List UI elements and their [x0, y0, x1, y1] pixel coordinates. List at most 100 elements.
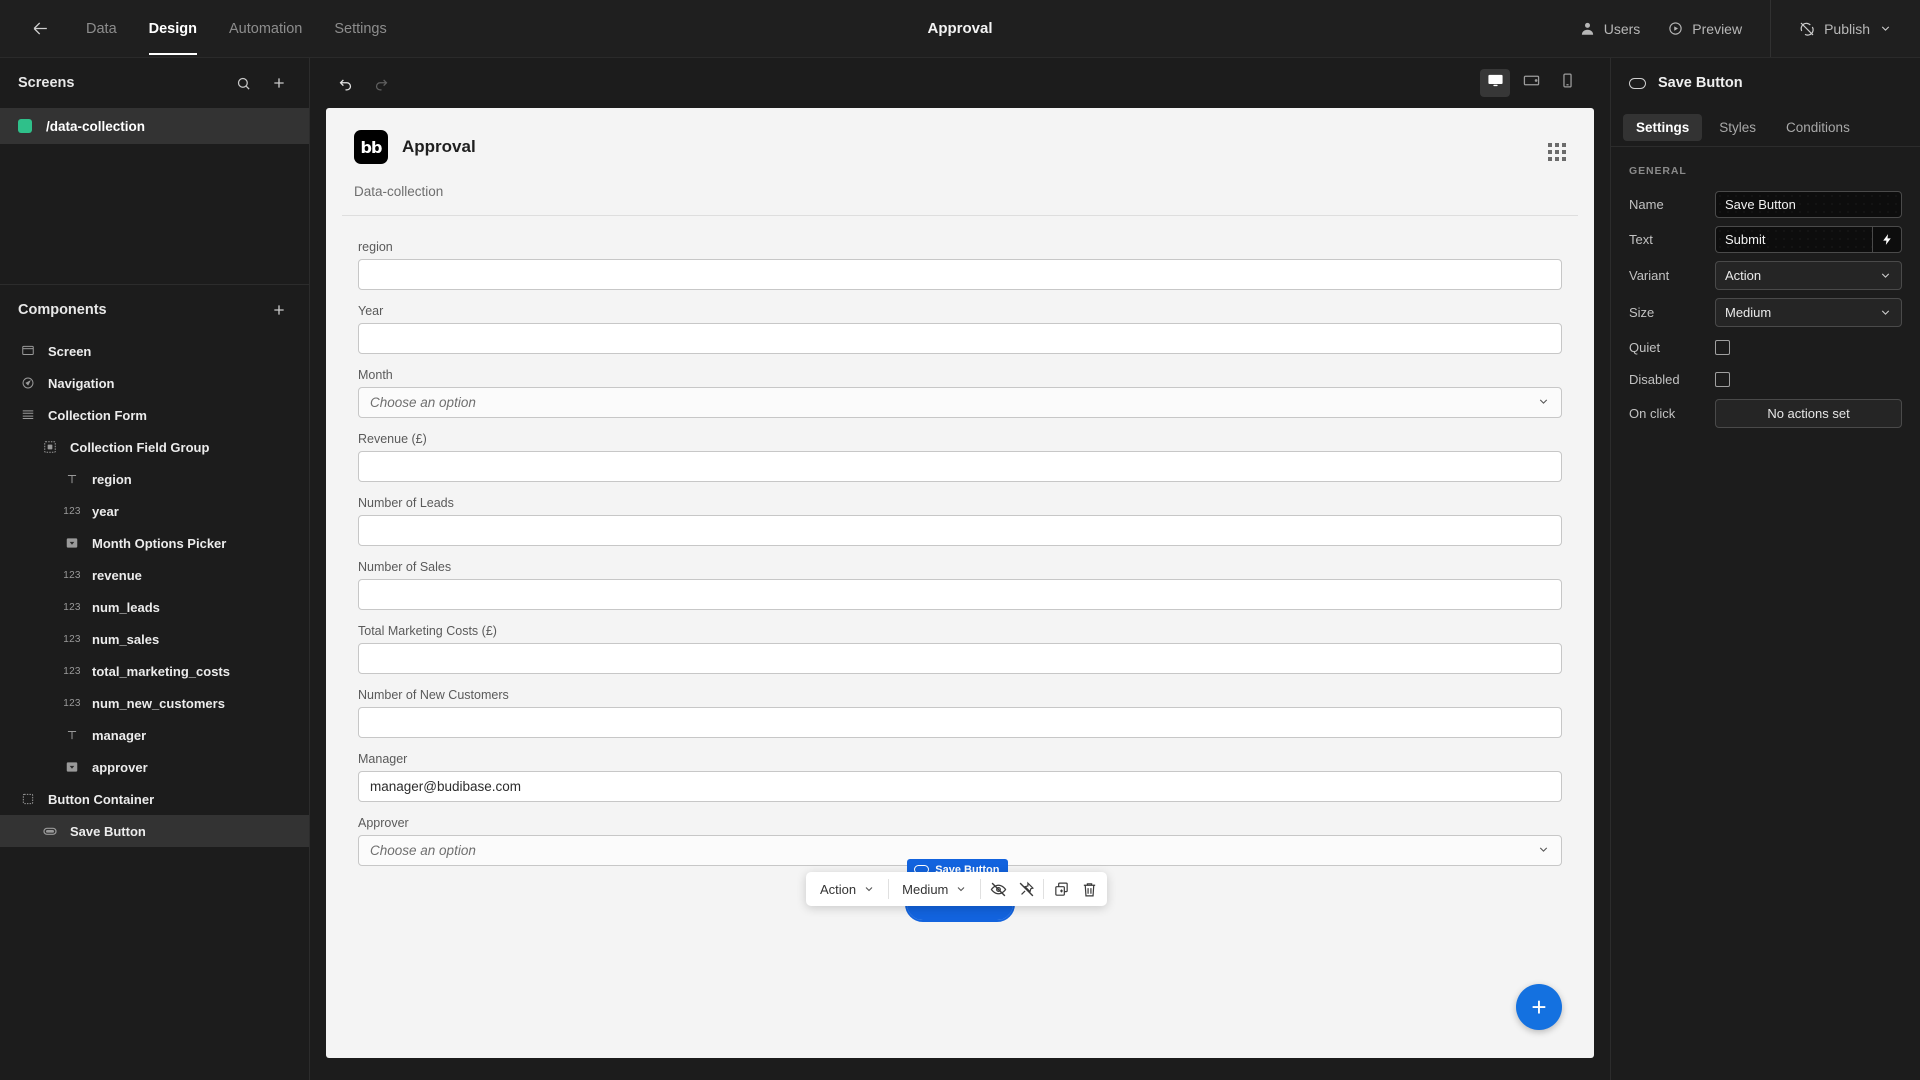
variant-dropdown[interactable]: Action	[810, 876, 885, 902]
field-group-icon	[40, 440, 60, 454]
add-screen-button[interactable]	[267, 71, 291, 95]
form-field: Number of Sales	[358, 560, 1562, 610]
main-nav: Data Design Automation Settings	[70, 13, 403, 55]
preview-app-header: bb Approval	[326, 108, 1594, 164]
disabled-checkbox[interactable]	[1715, 371, 1730, 387]
tablet-view-button[interactable]	[1516, 69, 1546, 97]
form-field-input[interactable]	[358, 515, 1562, 546]
preview-button[interactable]: Preview	[1654, 13, 1756, 45]
variant-select[interactable]: Action	[1715, 261, 1902, 290]
history-controls	[332, 70, 394, 96]
component-tree-item-num-leads[interactable]: 123 num_leads	[0, 591, 309, 623]
nav-tab-design[interactable]: Design	[133, 13, 213, 55]
component-tree-item-month-options-picker[interactable]: Month Options Picker	[0, 527, 309, 559]
form-field-input[interactable]	[358, 707, 1562, 738]
delete-icon	[1083, 882, 1096, 896]
chevron-down-icon	[865, 887, 873, 892]
name-input[interactable]: Save Button	[1715, 191, 1902, 218]
hide-component-button[interactable]	[984, 876, 1012, 902]
component-tree-item-label: manager	[92, 727, 147, 743]
duplicate-component-button[interactable]	[1047, 876, 1075, 902]
tab-conditions[interactable]: Conditions	[1773, 114, 1863, 141]
form-field-select[interactable]: Choose an option	[358, 387, 1562, 418]
form-field-input[interactable]	[358, 451, 1562, 482]
components-actions	[267, 298, 291, 322]
canvas-wrapper: bb Approval Data-collection region Year Mo…	[310, 108, 1610, 1080]
component-tree-item-manager[interactable]: manager	[0, 719, 309, 751]
component-tree-item-num-new-customers[interactable]: 123 num_new_customers	[0, 687, 309, 719]
component-tree-item-total-marketing-costs[interactable]: 123 total_marketing_costs	[0, 655, 309, 687]
onclick-button[interactable]: No actions set	[1715, 399, 1902, 428]
component-tree-item-num-sales[interactable]: 123 num_sales	[0, 623, 309, 655]
chevron-down-icon	[1881, 273, 1890, 278]
size-select[interactable]: Medium	[1715, 298, 1902, 327]
component-tree-item-region[interactable]: region	[0, 463, 309, 495]
nav-tab-settings[interactable]: Settings	[318, 13, 402, 45]
add-component-fab[interactable]: +	[1516, 984, 1562, 1030]
form-field-input[interactable]	[358, 579, 1562, 610]
back-button[interactable]	[18, 7, 62, 51]
component-tree-item-navigation[interactable]: Navigation	[0, 367, 309, 399]
component-tree-item-collection-field-group[interactable]: Collection Field Group	[0, 431, 309, 463]
preview-label: Preview	[1692, 20, 1743, 37]
component-tree-item-revenue[interactable]: 123 revenue	[0, 559, 309, 591]
nav-tab-data[interactable]: Data	[70, 13, 133, 45]
preview-nav-link[interactable]: Data-collection	[326, 164, 1594, 215]
onclick-label: On click	[1629, 406, 1676, 421]
size-dropdown[interactable]: Medium	[892, 876, 977, 902]
form-field: Revenue (£)	[358, 432, 1562, 482]
undo-button[interactable]	[332, 70, 358, 96]
search-screens-button[interactable]	[231, 71, 255, 95]
component-tree-item-approver[interactable]: approver	[0, 751, 309, 783]
component-tree-item-label: Button Container	[48, 791, 155, 807]
unpin-component-button[interactable]	[1012, 876, 1040, 902]
eye-off-icon	[990, 882, 1007, 896]
form-field-input[interactable]	[358, 323, 1562, 354]
desktop-icon	[1487, 72, 1504, 94]
container-icon	[18, 792, 38, 806]
redo-button[interactable]	[368, 70, 394, 96]
app-grid-icon[interactable]	[1548, 143, 1566, 161]
select-icon	[62, 536, 82, 550]
quiet-control	[1715, 339, 1902, 355]
form-field: Number of New Customers	[358, 688, 1562, 738]
screen-item-label: /data-collection	[46, 118, 146, 134]
component-tree-item-screen[interactable]: Screen	[0, 335, 309, 367]
screen-icon	[18, 344, 38, 358]
tab-settings[interactable]: Settings	[1623, 113, 1703, 141]
number-icon: 123	[63, 633, 81, 645]
publish-button[interactable]: Publish	[1785, 13, 1906, 45]
component-tree-item-year[interactable]: 123 year	[0, 495, 309, 527]
desktop-view-button[interactable]	[1480, 69, 1510, 97]
component-tree-item-collection-form[interactable]: Collection Form	[0, 399, 309, 431]
number-icon: 123	[63, 665, 81, 677]
search-icon	[237, 77, 250, 90]
play-circle-icon	[1669, 22, 1682, 35]
size-select-value: Medium	[1725, 305, 1772, 320]
select-icon	[62, 760, 82, 774]
add-component-button[interactable]	[267, 298, 291, 322]
screen-item[interactable]: /data-collection	[0, 108, 309, 144]
component-float-toolbar: Action Medium	[806, 872, 1108, 906]
form-field-input[interactable]	[358, 643, 1562, 674]
tab-styles[interactable]: Styles	[1706, 114, 1769, 141]
binding-button[interactable]	[1872, 226, 1902, 253]
component-tree-item-save-button[interactable]: Save Button	[0, 815, 309, 847]
screens-header: Screens	[0, 58, 309, 108]
text-binding-row: Submit	[1715, 226, 1902, 253]
form-field-input[interactable]	[358, 259, 1562, 290]
component-tree-item-button-container[interactable]: Button Container	[0, 783, 309, 815]
mobile-view-button[interactable]	[1552, 69, 1582, 97]
tablet-icon	[1523, 72, 1540, 94]
form-field-input[interactable]: manager@budibase.com	[358, 771, 1562, 802]
screens-actions	[231, 71, 291, 95]
quiet-checkbox[interactable]	[1715, 339, 1730, 355]
users-button[interactable]: Users	[1566, 13, 1655, 45]
delete-component-button[interactable]	[1075, 876, 1103, 902]
chevron-down-icon	[958, 887, 965, 892]
chevron-down-icon	[1881, 26, 1890, 31]
component-tree-item-label: Month Options Picker	[92, 535, 227, 551]
number-icon: 123	[63, 697, 81, 709]
nav-tab-automation[interactable]: Automation	[213, 13, 318, 45]
text-input[interactable]: Submit	[1715, 226, 1872, 253]
